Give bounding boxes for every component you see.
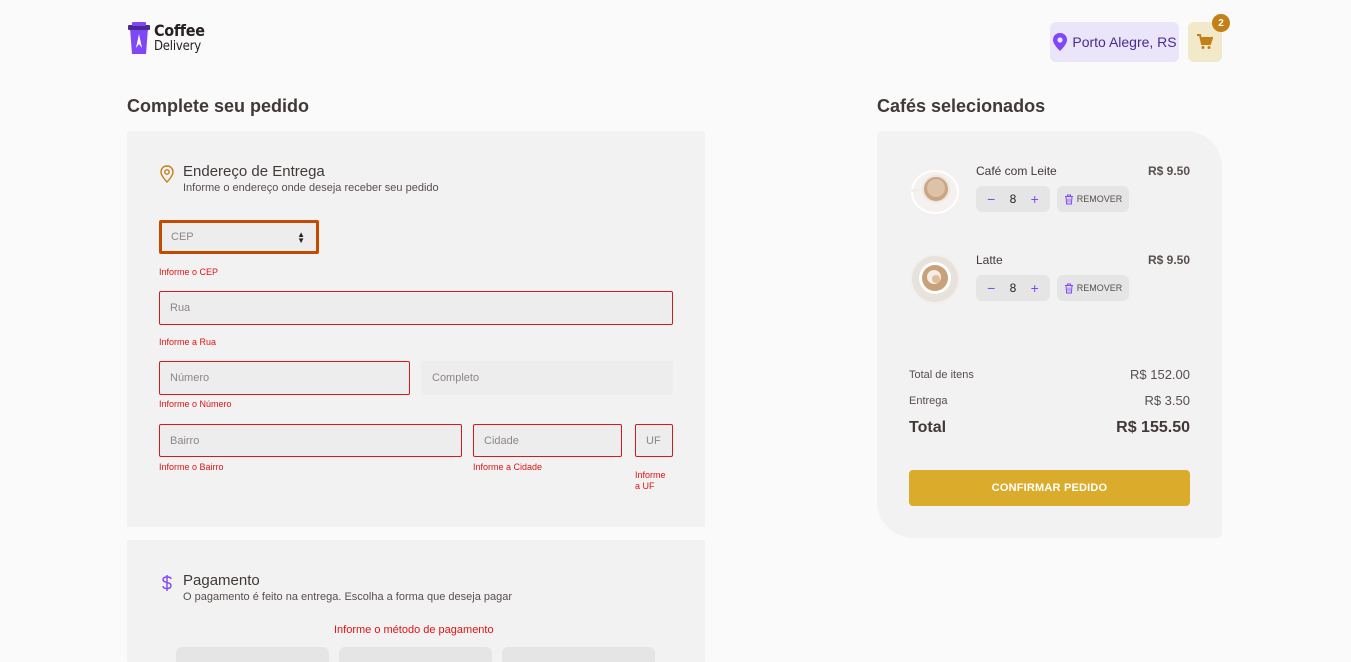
shopping-cart-icon — [1197, 34, 1213, 49]
item-name: Café com Leite — [976, 164, 1057, 178]
cidade-placeholder: Cidade — [484, 434, 519, 447]
uf-error: Informe a UF — [635, 470, 666, 492]
numero-placeholder: Número — [170, 372, 210, 384]
location-text: Porto Alegre, RS — [1072, 34, 1177, 50]
total-value: R$ 155.50 — [1116, 419, 1190, 436]
cart-panel: Café com Leite R$ 9.50 − 8 + REMOVER Lat… — [877, 131, 1222, 538]
cart-button[interactable]: 2 — [1188, 14, 1230, 62]
plus-icon[interactable]: + — [1031, 280, 1039, 296]
checkout-title: Complete seu pedido — [127, 96, 310, 116]
cep-placeholder: CEP — [171, 231, 194, 243]
summary-total-row: Total R$ 155.50 — [909, 419, 1190, 437]
brand-name-line2: Delivery — [154, 39, 201, 54]
quantity-value: 8 — [1009, 192, 1017, 206]
numero-input[interactable]: Número — [159, 361, 410, 395]
summary-items-row: Total de itens R$ 152.00 — [909, 367, 1190, 382]
minus-icon[interactable]: − — [987, 191, 995, 207]
bairro-input[interactable]: Bairro — [159, 424, 462, 457]
rua-input[interactable]: Rua — [159, 291, 673, 325]
remove-button[interactable]: REMOVER — [1057, 186, 1129, 212]
uf-error-line1: Informe — [635, 470, 666, 480]
remove-button[interactable]: REMOVER — [1057, 275, 1129, 301]
items-total-label: Total de itens — [909, 368, 974, 381]
delivery-label: Entrega — [909, 394, 948, 407]
item-price: R$ 9.50 — [1147, 164, 1190, 178]
uf-placeholder: UF — [646, 434, 661, 447]
item-price: R$ 9.50 — [1147, 253, 1190, 267]
payment-option-1[interactable] — [176, 647, 329, 662]
dollar-sign-icon — [162, 575, 172, 591]
payment-header: Pagamento O pagamento é feito na entrega… — [159, 572, 512, 604]
quantity-stepper[interactable]: − 8 + — [976, 275, 1050, 301]
trash-icon — [1064, 283, 1073, 293]
coffee-cup-logo-icon — [128, 22, 150, 54]
payment-title: Pagamento — [183, 572, 260, 589]
cart-title: Cafés selecionados — [877, 96, 1046, 116]
bairro-placeholder: Bairro — [170, 434, 200, 447]
cidade-input[interactable]: Cidade — [473, 424, 622, 457]
remove-label: REMOVER — [1076, 283, 1123, 293]
payment-panel: Pagamento O pagamento é feito na entrega… — [127, 540, 705, 662]
cep-error: Informe o CEP — [159, 267, 219, 277]
location-badge[interactable]: Porto Alegre, RS — [1050, 22, 1179, 62]
quantity-stepper[interactable]: − 8 + — [976, 186, 1050, 212]
rua-placeholder: Rua — [170, 302, 191, 314]
address-header: Endereço de Entrega Informe o endereço o… — [159, 163, 439, 195]
cidade-error: Informe a Cidade — [473, 462, 543, 472]
map-pin-icon — [1053, 33, 1068, 51]
complemento-placeholder: Completo — [432, 372, 480, 384]
item-name: Latte — [976, 253, 1003, 267]
rua-error: Informe a Rua — [159, 337, 217, 347]
complemento-input[interactable]: Completo — [421, 361, 673, 395]
brand-name-line1: Coffee — [154, 21, 205, 40]
map-pin-outline-icon — [160, 165, 174, 183]
header: Coffee Delivery Porto Alegre, RS 2 — [0, 0, 1351, 90]
cafe-com-leite-image — [911, 170, 959, 214]
cep-input[interactable]: CEP ▲ ▼ — [159, 220, 319, 254]
uf-input[interactable]: UF — [635, 424, 673, 457]
bairro-error: Informe o Bairro — [159, 462, 224, 472]
uf-error-line2: a UF — [635, 481, 655, 491]
confirm-order-button[interactable]: CONFIRMAR PEDIDO — [909, 470, 1190, 506]
payment-subtitle: O pagamento é feito na entrega. Escolha … — [183, 591, 512, 603]
payment-option-3[interactable] — [502, 647, 655, 662]
minus-icon[interactable]: − — [987, 280, 995, 296]
logo[interactable]: Coffee Delivery — [128, 22, 205, 56]
remove-label: REMOVER — [1076, 194, 1123, 204]
cart-count-badge: 2 — [1212, 14, 1230, 32]
address-panel: Endereço de Entrega Informe o endereço o… — [127, 131, 705, 527]
payment-error: Informe o método de pagamento — [334, 624, 494, 636]
delivery-value: R$ 3.50 — [1144, 393, 1190, 408]
summary-delivery-row: Entrega R$ 3.50 — [909, 393, 1190, 408]
total-label: Total — [909, 419, 947, 436]
items-total-value: R$ 152.00 — [1130, 367, 1190, 382]
number-spinner-icon[interactable]: ▲ ▼ — [297, 231, 305, 245]
address-subtitle: Informe o endereço onde deseja receber s… — [183, 182, 439, 194]
trash-icon — [1064, 194, 1073, 204]
plus-icon[interactable]: + — [1031, 191, 1039, 207]
latte-image — [910, 254, 960, 304]
quantity-value: 8 — [1009, 281, 1017, 295]
address-title: Endereço de Entrega — [183, 163, 325, 180]
payment-option-2[interactable] — [339, 647, 492, 662]
numero-error: Informe o Número — [159, 399, 232, 409]
